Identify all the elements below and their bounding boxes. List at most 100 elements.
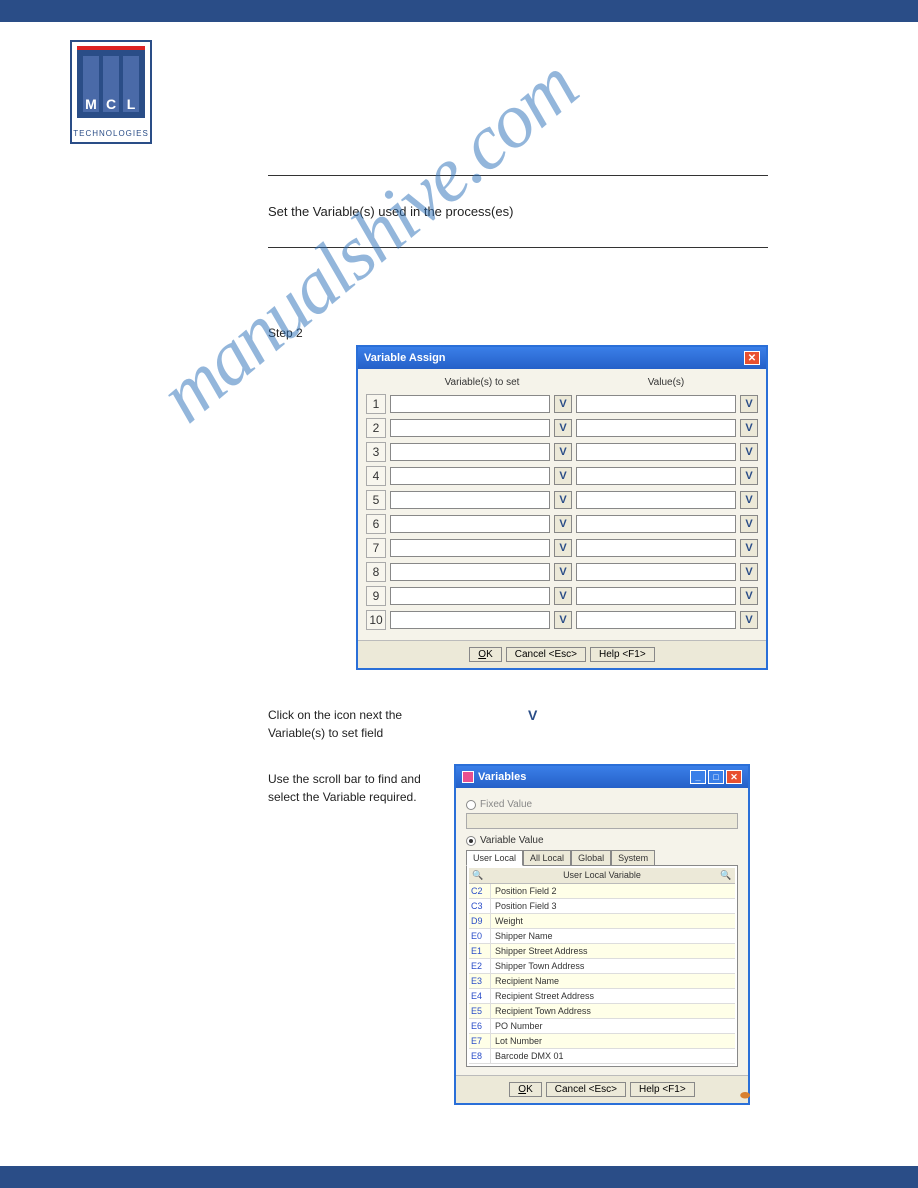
variable-icon: V — [528, 707, 537, 723]
help-button[interactable]: Help <F1> — [630, 1082, 695, 1097]
variable-to-set-field[interactable] — [390, 467, 550, 485]
search-icon[interactable]: 🔍 — [719, 870, 733, 881]
variable-picker-button[interactable]: V — [554, 395, 572, 413]
list-item[interactable]: D9Weight — [469, 914, 735, 929]
list-item[interactable]: E8Barcode DMX 01 — [469, 1049, 735, 1064]
value-field[interactable] — [576, 491, 736, 509]
variable-to-set-field[interactable] — [390, 587, 550, 605]
variable-picker-button[interactable]: V — [554, 587, 572, 605]
variable-to-set-field[interactable] — [390, 419, 550, 437]
value-field[interactable] — [576, 467, 736, 485]
cancel-button[interactable]: Cancel <Esc> — [546, 1082, 626, 1097]
logo-letter: M — [83, 56, 99, 112]
variable-list: C2Position Field 2C3Position Field 3D9We… — [469, 884, 735, 1064]
ok-button[interactable]: OK — [469, 647, 501, 662]
instruction-text: Use the scroll bar to find and select th… — [268, 770, 428, 806]
variable-row: 2VV — [366, 418, 758, 438]
row-number: 10 — [366, 610, 386, 630]
variable-code: E2 — [469, 959, 491, 973]
close-icon[interactable]: ✕ — [744, 351, 760, 365]
variable-picker-button[interactable]: V — [554, 515, 572, 533]
list-item[interactable]: E2Shipper Town Address — [469, 959, 735, 974]
row-number: 8 — [366, 562, 386, 582]
dialog-buttons: OK Cancel <Esc> Help <F1> — [358, 640, 766, 668]
dialog-titlebar: Variable Assign ✕ — [358, 347, 766, 369]
variable-to-set-field[interactable] — [390, 491, 550, 509]
ok-button[interactable]: OK — [509, 1082, 541, 1097]
tab-user-local[interactable]: User Local — [466, 850, 523, 866]
variables-dialog: Variables _ □ ✕ Fixed Value Variable Val… — [454, 764, 750, 1105]
radio-variable-value[interactable] — [466, 836, 476, 846]
list-item[interactable]: E1Shipper Street Address — [469, 944, 735, 959]
value-field[interactable] — [576, 443, 736, 461]
variable-row: 10 V V — [366, 610, 758, 630]
row-number: 3 — [366, 442, 386, 462]
value-picker-button[interactable]: V — [740, 515, 758, 533]
variable-code: E3 — [469, 974, 491, 988]
row-number: 4 — [366, 466, 386, 486]
dialog-titlebar: Variables _ □ ✕ — [456, 766, 748, 788]
decorative-icon: ⬬ — [740, 1088, 750, 1103]
variable-picker-button[interactable]: V — [554, 563, 572, 581]
variable-picker-button[interactable]: V — [554, 611, 572, 629]
list-item[interactable]: E3Recipient Name — [469, 974, 735, 989]
value-field[interactable] — [576, 611, 736, 629]
list-item[interactable]: E5Recipient Town Address — [469, 1004, 735, 1019]
variable-name: Position Field 2 — [491, 884, 735, 898]
value-picker-button[interactable]: V — [740, 611, 758, 629]
variable-code: E7 — [469, 1034, 491, 1048]
list-item[interactable]: E6PO Number — [469, 1019, 735, 1034]
variable-name: Position Field 3 — [491, 899, 735, 913]
list-item[interactable]: E4Recipient Street Address — [469, 989, 735, 1004]
value-picker-button[interactable]: V — [740, 539, 758, 557]
variable-to-set-field[interactable] — [390, 443, 550, 461]
tab-system[interactable]: System — [611, 850, 655, 866]
variable-to-set-field[interactable] — [390, 395, 550, 413]
logo-letter: C — [103, 56, 119, 112]
variable-picker-button[interactable]: V — [554, 443, 572, 461]
variable-picker-button[interactable]: V — [554, 419, 572, 437]
maximize-icon[interactable]: □ — [708, 770, 724, 784]
minimize-icon[interactable]: _ — [690, 770, 706, 784]
tab-global[interactable]: Global — [571, 850, 611, 866]
list-item[interactable]: C2Position Field 2 — [469, 884, 735, 899]
variable-code: E8 — [469, 1049, 491, 1063]
variable-code: C3 — [469, 899, 491, 913]
variable-to-set-field[interactable] — [390, 563, 550, 581]
cancel-button[interactable]: Cancel <Esc> — [506, 647, 586, 662]
value-picker-button[interactable]: V — [740, 419, 758, 437]
variable-picker-button[interactable]: V — [554, 539, 572, 557]
variable-row: 6 V V — [366, 514, 758, 534]
variable-picker-button[interactable]: V — [554, 467, 572, 485]
value-field[interactable] — [576, 515, 736, 533]
variable-picker-button[interactable]: V — [554, 491, 572, 509]
search-icon[interactable]: 🔍 — [471, 870, 485, 881]
value-picker-button[interactable]: V — [740, 587, 758, 605]
value-picker-button[interactable]: V — [740, 467, 758, 485]
close-icon[interactable]: ✕ — [726, 770, 742, 784]
value-field[interactable] — [576, 539, 736, 557]
variable-to-set-field[interactable] — [390, 515, 550, 533]
variable-to-set-field[interactable] — [390, 539, 550, 557]
radio-fixed-value[interactable] — [466, 800, 476, 810]
value-field[interactable] — [576, 419, 736, 437]
value-picker-button[interactable]: V — [740, 563, 758, 581]
variable-name: Lot Number — [491, 1034, 735, 1048]
list-item[interactable]: E7Lot Number — [469, 1034, 735, 1049]
variable-row: 8 V V — [366, 562, 758, 582]
value-field[interactable] — [576, 587, 736, 605]
value-picker-button[interactable]: V — [740, 443, 758, 461]
list-item[interactable]: E0Shipper Name — [469, 929, 735, 944]
value-field[interactable] — [576, 563, 736, 581]
list-item[interactable]: C3Position Field 3 — [469, 899, 735, 914]
variable-to-set-field[interactable] — [390, 611, 550, 629]
tab-all-local[interactable]: All Local — [523, 850, 571, 866]
logo-letter: L — [123, 56, 139, 112]
dialog-buttons: OK Cancel <Esc> Help <F1> — [456, 1075, 748, 1103]
value-picker-button[interactable]: V — [740, 395, 758, 413]
row-number: 6 — [366, 514, 386, 534]
column-header: Variable(s) to set — [390, 377, 574, 388]
value-picker-button[interactable]: V — [740, 491, 758, 509]
value-field[interactable] — [576, 395, 736, 413]
help-button[interactable]: Help <F1> — [590, 647, 655, 662]
